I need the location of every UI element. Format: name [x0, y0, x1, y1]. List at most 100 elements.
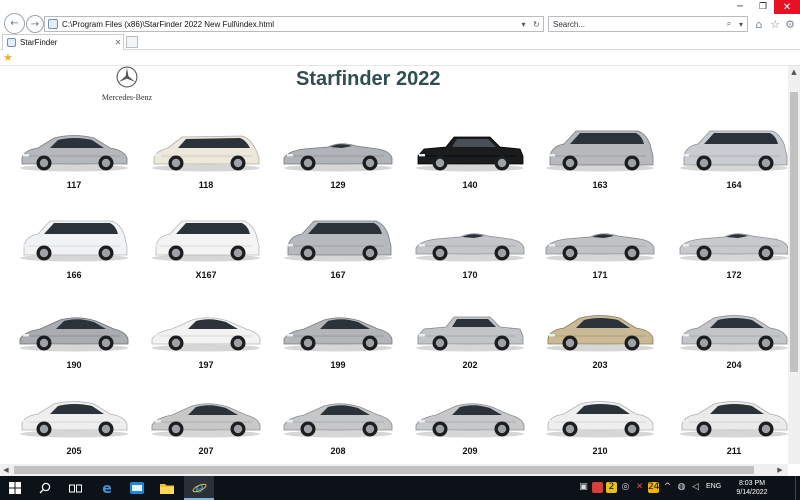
- minimize-button[interactable]: ─: [728, 0, 752, 14]
- model-tile-163[interactable]: 163: [540, 122, 660, 190]
- tray-globe-icon[interactable]: ◍: [676, 482, 687, 493]
- forward-button[interactable]: →: [26, 15, 44, 33]
- car-image-163[interactable]: [540, 122, 660, 174]
- car-image-209[interactable]: [410, 388, 530, 440]
- model-tile-190[interactable]: 190: [14, 302, 134, 370]
- back-button[interactable]: ←: [4, 13, 25, 34]
- car-image-166[interactable]: [14, 212, 134, 264]
- scroll-right-icon[interactable]: ▶: [774, 464, 786, 476]
- edge-taskbar-button[interactable]: e: [92, 476, 122, 500]
- close-tab-icon[interactable]: ✕: [113, 38, 123, 47]
- restore-button[interactable]: ❐: [751, 0, 775, 14]
- tray-red-app-icon[interactable]: [592, 482, 603, 493]
- system-clock[interactable]: 8:03 PM 9/14/2022: [724, 479, 780, 497]
- model-code-label[interactable]: 199: [278, 360, 398, 370]
- model-tile-171[interactable]: 171: [540, 212, 660, 280]
- model-code-label[interactable]: 209: [410, 446, 530, 456]
- new-tab-button[interactable]: [126, 36, 138, 48]
- car-image-171[interactable]: [540, 212, 660, 264]
- car-image-140[interactable]: [410, 122, 530, 174]
- model-code-label[interactable]: 166: [14, 270, 134, 280]
- tray-cross-icon[interactable]: ✕: [634, 482, 645, 493]
- model-code-label[interactable]: 129: [278, 180, 398, 190]
- search-input[interactable]: Search...: [549, 20, 723, 29]
- model-tile-x167[interactable]: X167: [146, 212, 266, 280]
- model-tile-172[interactable]: 172: [674, 212, 788, 280]
- tray-network-app-icon[interactable]: ▣: [578, 482, 589, 493]
- car-image-199[interactable]: [278, 302, 398, 354]
- car-image-190[interactable]: [14, 302, 134, 354]
- model-code-label[interactable]: 140: [410, 180, 530, 190]
- model-tile-164[interactable]: 164: [674, 122, 788, 190]
- search-box[interactable]: Search... ⌕ ▾: [548, 16, 748, 32]
- model-code-label[interactable]: 204: [674, 360, 788, 370]
- model-tile-167[interactable]: 167: [278, 212, 398, 280]
- car-image-170[interactable]: [410, 212, 530, 264]
- close-window-button[interactable]: ✕: [774, 0, 800, 14]
- model-tile-166[interactable]: 166: [14, 212, 134, 280]
- model-code-label[interactable]: 205: [14, 446, 134, 456]
- tray-24-app-icon[interactable]: 24: [648, 482, 659, 493]
- model-code-label[interactable]: 208: [278, 446, 398, 456]
- car-image-207[interactable]: [146, 388, 266, 440]
- model-code-label[interactable]: 172: [674, 270, 788, 280]
- address-dropdown-icon[interactable]: ▾: [517, 20, 530, 29]
- model-tile-197[interactable]: 197: [146, 302, 266, 370]
- car-image-197[interactable]: [146, 302, 266, 354]
- model-code-label[interactable]: 203: [540, 360, 660, 370]
- model-code-label[interactable]: 210: [540, 446, 660, 456]
- car-image-117[interactable]: [14, 122, 134, 174]
- model-tile-209[interactable]: 209: [410, 388, 530, 456]
- car-image-164[interactable]: [674, 122, 788, 174]
- model-code-label[interactable]: 197: [146, 360, 266, 370]
- model-code-label[interactable]: 207: [146, 446, 266, 456]
- model-code-label[interactable]: 117: [14, 180, 134, 190]
- task-view-button[interactable]: [60, 476, 90, 500]
- favorites-star-icon[interactable]: ☆: [768, 17, 782, 31]
- model-code-label[interactable]: 211: [674, 446, 788, 456]
- model-code-label[interactable]: 164: [674, 180, 788, 190]
- model-code-label[interactable]: 170: [410, 270, 530, 280]
- home-icon[interactable]: ⌂: [752, 17, 766, 31]
- start-button[interactable]: [0, 476, 30, 500]
- input-language[interactable]: ENG: [706, 483, 721, 490]
- car-image-203[interactable]: [540, 302, 660, 354]
- search-taskbar-button[interactable]: [30, 476, 60, 500]
- model-tile-129[interactable]: 129: [278, 122, 398, 190]
- add-favorite-star-icon[interactable]: ★: [3, 51, 13, 64]
- model-code-label[interactable]: 163: [540, 180, 660, 190]
- model-tile-203[interactable]: 203: [540, 302, 660, 370]
- tray-speaker-icon[interactable]: ◁: [690, 482, 701, 493]
- model-tile-117[interactable]: 117: [14, 122, 134, 190]
- car-image-129[interactable]: [278, 122, 398, 174]
- model-tile-205[interactable]: 205: [14, 388, 134, 456]
- vertical-scrollbar[interactable]: ▲: [788, 66, 800, 464]
- app-taskbar-button[interactable]: [122, 476, 152, 500]
- model-tile-170[interactable]: 170: [410, 212, 530, 280]
- file-explorer-taskbar-button[interactable]: [152, 476, 182, 500]
- car-image-211[interactable]: [674, 388, 788, 440]
- model-tile-207[interactable]: 207: [146, 388, 266, 456]
- model-code-label[interactable]: 171: [540, 270, 660, 280]
- model-tile-211[interactable]: 211: [674, 388, 788, 456]
- internet-explorer-taskbar-button[interactable]: e: [184, 476, 214, 500]
- model-tile-204[interactable]: 204: [674, 302, 788, 370]
- model-code-label[interactable]: 167: [278, 270, 398, 280]
- tray-chevron-up-icon[interactable]: ^: [662, 482, 673, 493]
- search-dropdown-icon[interactable]: ▾: [735, 20, 747, 29]
- vertical-scroll-thumb[interactable]: [790, 92, 798, 372]
- model-code-label[interactable]: 202: [410, 360, 530, 370]
- search-icon[interactable]: ⌕: [723, 19, 735, 29]
- car-image-210[interactable]: [540, 388, 660, 440]
- model-code-label[interactable]: 190: [14, 360, 134, 370]
- model-tile-210[interactable]: 210: [540, 388, 660, 456]
- model-tile-199[interactable]: 199: [278, 302, 398, 370]
- model-tile-202[interactable]: 202: [410, 302, 530, 370]
- address-url[interactable]: C:\Program Files (x86)\StarFinder 2022 N…: [62, 20, 517, 29]
- car-image-208[interactable]: [278, 388, 398, 440]
- model-code-label[interactable]: 118: [146, 180, 266, 190]
- car-image-172[interactable]: [674, 212, 788, 264]
- show-desktop-button[interactable]: [795, 476, 800, 500]
- car-image-118[interactable]: [146, 122, 266, 174]
- car-image-x167[interactable]: [146, 212, 266, 264]
